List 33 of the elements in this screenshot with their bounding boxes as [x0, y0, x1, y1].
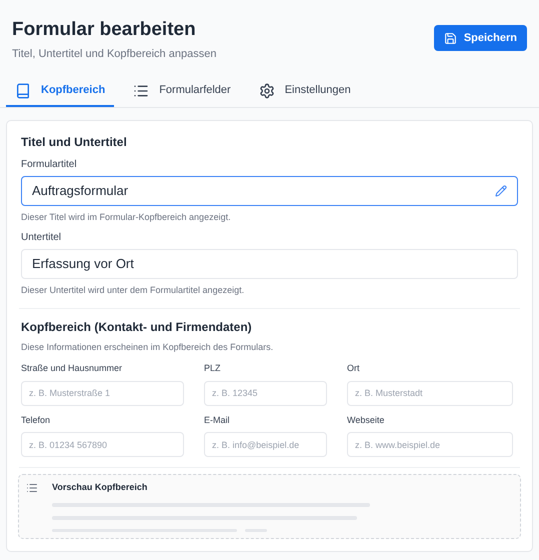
field-hint: Dieser Titel wird im Formular-Kopfbereich angezeigt. [21, 210, 232, 224]
page-title: Formular bearbeiten [12, 18, 197, 42]
page-subtitle: Titel, Untertitel und Kopfbereich anpassen [12, 47, 216, 62]
field-label: Webseite [347, 414, 386, 426]
field-label: Telefon [21, 414, 52, 426]
save-icon [444, 32, 457, 44]
input-field[interactable]: z. B. info@beispiel.de [204, 432, 327, 457]
book-icon [15, 82, 31, 98]
list-icon [133, 82, 150, 98]
field-label: Ort [347, 362, 360, 375]
tab[interactable]: Einstellungen [250, 76, 360, 106]
field-label: Untertitel [21, 231, 62, 245]
text-field[interactable]: Auftragsformular [21, 176, 518, 206]
settings-icon [258, 82, 275, 98]
tab[interactable]: Formularfelder [124, 76, 240, 106]
field-label: PLZ [204, 362, 222, 375]
section-heading: Kopfbereich (Kontakt- und Firmendaten) [21, 318, 253, 336]
pencil-icon [495, 184, 507, 196]
input-field[interactable]: z. B. www.beispiel.de [347, 432, 513, 457]
field-label: E-Mail [204, 414, 231, 426]
input-field[interactable]: z. B. 01234 567890 [21, 432, 184, 457]
field-label: Formulartitel [21, 158, 78, 172]
text-field[interactable]: Erfassung vor Ort [21, 249, 518, 279]
input-field[interactable]: z. B. 12345 [204, 380, 327, 406]
section-description: Diese Informationen erscheinen im Kopfbereich des Formulars. [21, 340, 274, 354]
preview-title: Vorschau Kopfbereich [52, 481, 148, 494]
field-hint: Dieser Untertitel wird unter dem Formulartitel angezeigt. [21, 284, 246, 297]
field-label: Straße und Hausnummer [21, 362, 124, 375]
section-heading: Titel und Untertitel [21, 134, 128, 150]
tab[interactable]: Kopfbereich [6, 76, 114, 106]
input-field[interactable]: z. B. Musterstraße 1 [21, 380, 184, 406]
save-button[interactable]: Speichern [434, 25, 527, 51]
input-field[interactable]: z. B. Musterstadt [347, 380, 513, 406]
